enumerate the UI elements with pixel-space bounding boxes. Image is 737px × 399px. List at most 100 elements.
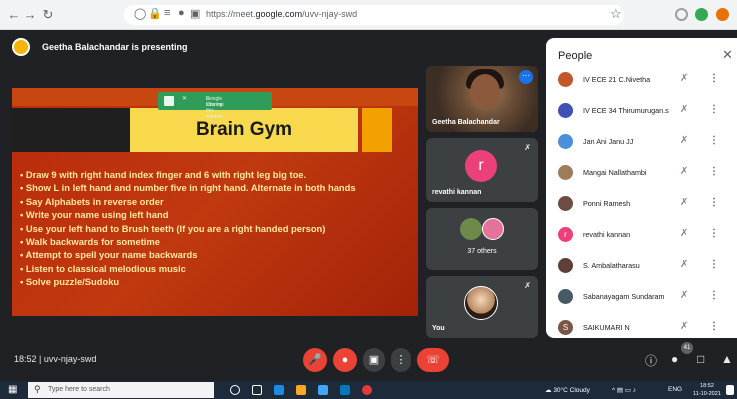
leave-call-button[interactable]: ☏	[417, 348, 449, 372]
bookmark-star-icon[interactable]: ☆	[610, 6, 622, 22]
more-options-button[interactable]: ⋮	[391, 348, 411, 372]
slide-accent	[362, 108, 392, 152]
more-options-icon[interactable]: ⋯	[519, 70, 533, 84]
lock-icon[interactable]: 🔒	[148, 7, 162, 20]
bullet-item: Draw 9 with right hand index finger and …	[20, 168, 356, 181]
system-tray-icons[interactable]: ^ ▤ ▭ ♪	[612, 386, 636, 394]
avatar: r	[558, 227, 573, 242]
more-vert-icon[interactable]: ⋮	[709, 104, 719, 115]
avatar: r	[465, 150, 497, 182]
reload-icon[interactable]: ↻	[40, 7, 56, 23]
participant-name: revathi kannan	[583, 230, 631, 239]
participant-row[interactable]: Jan Ani Janu JJ ✗ ⋮	[546, 128, 737, 159]
participant-name: Sabanayagam Sundaram	[583, 292, 665, 301]
bullet-item: Attempt to spell your name backwards	[20, 248, 356, 261]
close-icon[interactable]: ✕	[722, 47, 733, 63]
more-vert-icon[interactable]: ⋮	[709, 135, 719, 146]
taskbar-clock[interactable]: 18:52 11-10-2021	[692, 382, 722, 398]
close-icon[interactable]: ✕	[182, 96, 266, 102]
participant-row[interactable]: Ponni Ramesh ✗ ⋮	[546, 190, 737, 221]
windows-start-icon[interactable]: ▦	[8, 385, 18, 395]
presenter-tile[interactable]: ⋯ Geetha Balachandar	[426, 66, 538, 132]
participant-row[interactable]: r revathi kannan ✗ ⋮	[546, 221, 737, 252]
others-tile[interactable]: 37 others	[426, 208, 538, 270]
people-icon[interactable]: ●	[671, 352, 678, 366]
screen-share-icon[interactable]: ▣	[190, 7, 200, 20]
participant-row[interactable]: Mangai Nallathambi ✗ ⋮	[546, 159, 737, 190]
avatar	[460, 218, 482, 240]
meeting-info: 18:52 | uvv-njay-swd	[14, 354, 97, 364]
participant-row[interactable]: IV ECE 21 C.Nivetha ✗ ⋮	[546, 66, 737, 97]
participant-name: S. Ambalatharasu	[583, 261, 640, 270]
more-vert-icon[interactable]: ⋮	[709, 166, 719, 177]
participant-row[interactable]: S. Ambalatharasu ✗ ⋮	[546, 252, 737, 283]
windows-taskbar: ▦ ⚲ Type here to search ☁ 30°C Cloudy ^ …	[0, 381, 737, 399]
more-vert-icon[interactable]: ⋮	[709, 197, 719, 208]
chrome-icon	[164, 96, 174, 106]
chrome-taskbar-icon[interactable]	[362, 385, 372, 395]
edge-icon[interactable]	[274, 385, 284, 395]
more-vert-icon[interactable]: ⋮	[709, 259, 719, 270]
self-tile-name: You	[432, 325, 445, 332]
task-view-icon[interactable]	[252, 385, 262, 395]
file-explorer-icon[interactable]	[296, 385, 306, 395]
more-vert-icon[interactable]: ⋮	[709, 228, 719, 239]
self-tile[interactable]: ✗ You	[426, 276, 538, 338]
people-panel: People ✕ IV ECE 21 C.Nivetha ✗ ⋮ IV ECE 34 …	[546, 38, 737, 338]
more-vert-icon[interactable]: ⋮	[709, 321, 719, 332]
mic-off-icon: ✗	[524, 281, 531, 290]
others-count: 37 others	[467, 248, 497, 255]
participant-name: Mangai Nallathambi	[583, 168, 647, 177]
participant-name: IV ECE 34 Thirumurugan.s	[583, 106, 669, 115]
slide-title-box: Brain Gym	[130, 108, 358, 152]
notifications-icon[interactable]	[726, 385, 734, 395]
language-indicator[interactable]: ENG	[668, 386, 682, 393]
more-vert-icon[interactable]: ⋮	[709, 290, 719, 301]
info-icon[interactable]: ⓘ	[645, 352, 657, 369]
presenter-avatar	[12, 38, 30, 56]
more-vert-icon[interactable]: ⋮	[709, 73, 719, 84]
clock-time: 18:52	[700, 383, 714, 389]
camera-toggle-button[interactable]: ●	[333, 348, 357, 372]
mic-off-icon: ✗	[680, 135, 689, 146]
bullet-item: Walk backwards for sometime	[20, 235, 356, 248]
address-bar[interactable]: ◯ 🔒 ≡ ● ▣ https://meet.google.com/uvv-nj…	[124, 5, 624, 25]
participant-row[interactable]: IV ECE 34 Thirumurugan.s ✗ ⋮	[546, 97, 737, 128]
weather-widget[interactable]: ☁ 30°C Cloudy	[545, 386, 590, 394]
back-icon[interactable]: ←	[6, 7, 22, 23]
avatar	[558, 165, 573, 180]
store-icon[interactable]	[318, 385, 328, 395]
present-screen-icon: ▣	[368, 354, 380, 366]
avatar	[464, 286, 498, 320]
extension-icon-2[interactable]	[716, 8, 729, 21]
activities-icon[interactable]: ▲	[721, 352, 733, 366]
presenter-tile-name: Geetha Balachandar	[432, 119, 500, 126]
mail-icon[interactable]	[340, 385, 350, 395]
avatar	[558, 289, 573, 304]
participant-row[interactable]: S SAIKUMARI N ✗ ⋮	[546, 314, 737, 338]
permissions-icon[interactable]: ≡	[164, 7, 170, 19]
participant-name: Jan Ani Janu JJ	[583, 137, 634, 146]
chat-icon[interactable]: □	[697, 352, 704, 366]
participant-tile-revathi[interactable]: ✗ r revathi kannan	[426, 138, 538, 202]
taskbar-search-placeholder: Type here to search	[48, 386, 110, 393]
bullet-item: Show L in left hand and number five in r…	[20, 181, 356, 194]
present-button[interactable]: ▣	[363, 348, 385, 372]
forward-icon[interactable]: →	[22, 7, 38, 23]
mic-toggle-button[interactable]: 🎤	[303, 348, 327, 372]
cortana-icon[interactable]	[230, 385, 240, 395]
participant-row[interactable]: Sabanayagam Sundaram ✗ ⋮	[546, 283, 737, 314]
profile-icon[interactable]	[695, 8, 708, 21]
mic-off-icon: ✗	[680, 104, 689, 115]
slide-bullets: Draw 9 with right hand index finger and …	[20, 168, 356, 289]
sharing-chip: Google Chrome is sharing this window ✕	[158, 92, 272, 120]
bullet-item: Solve puzzle/Sudoku	[20, 275, 356, 288]
camera-icon[interactable]: ●	[178, 7, 185, 19]
mic-off-icon: ✗	[680, 166, 689, 177]
taskbar-search[interactable]: ⚲ Type here to search	[28, 382, 214, 398]
url-text: https://meet.google.com/uvv-njay-swd	[206, 9, 358, 19]
extension-icon[interactable]	[675, 8, 688, 21]
participant-name: Ponni Ramesh	[583, 199, 631, 208]
avatar	[482, 218, 504, 240]
end-call-icon: ☏	[426, 354, 440, 366]
